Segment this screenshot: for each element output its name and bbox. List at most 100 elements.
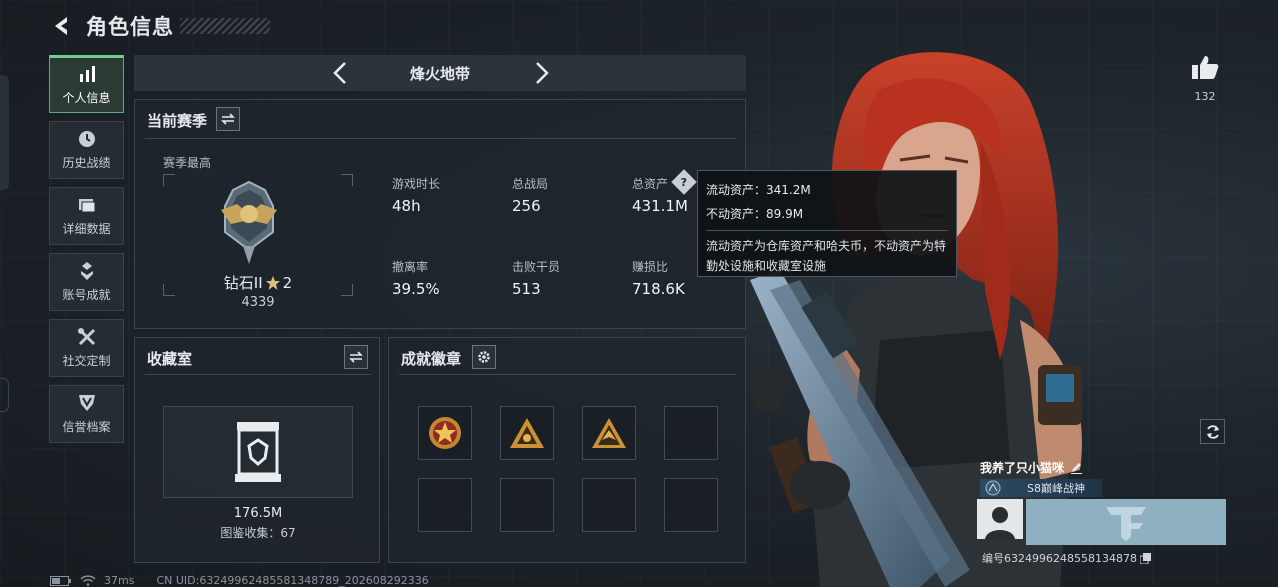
badges-title: 成就徽章 [401, 350, 462, 368]
sidebar-item-label: 账号成就 [62, 288, 111, 302]
avatar-image [977, 499, 1023, 539]
player-card: 我养了只小猫咪 S8巅峰战神 编号6324996248558134878 [977, 455, 1227, 567]
mode-title: 烽火地带 [409, 64, 470, 83]
sidebar-item-label: 历史战绩 [62, 156, 111, 170]
diamond-rank-icon [221, 180, 277, 264]
sidebar-item-social[interactable]: 社交定制 [49, 319, 124, 377]
like-button[interactable] [1188, 54, 1222, 84]
badge-slot-2[interactable] [500, 406, 554, 460]
badge-slot-8[interactable] [664, 478, 718, 532]
season-peak-label: 赛季最高 [163, 156, 212, 170]
title-emblem-icon [985, 480, 1001, 496]
red-star-badge-icon [429, 417, 461, 449]
tooltip-divider [706, 230, 948, 231]
season-panel: 当前赛季 赛季最高 钻石II 2 4339 游戏时长 48h 总战局 256 总… [134, 99, 746, 329]
question-icon: ? [680, 175, 688, 189]
swap-icon [349, 351, 363, 363]
tooltip-description: 流动资产为仓库资产和哈夫币，不动资产为特勤处设施和收藏室设施 [706, 239, 947, 273]
sidebar-item-personal-info[interactable]: 个人信息 [49, 55, 124, 113]
badges-divider [399, 374, 737, 375]
sidebar: 个人信息 历史战绩 详细数据 账号成就 社交定制 信誉档案 [49, 55, 124, 451]
player-id: 编号6324996248558134878 [982, 552, 1137, 565]
display-case-icon [235, 422, 281, 482]
wifi-icon [80, 575, 96, 586]
badge-slot-6[interactable] [500, 478, 554, 532]
history-icon [78, 131, 95, 147]
sidebar-item-label: 个人信息 [62, 91, 111, 105]
stat-label-playtime: 游戏时长 [392, 177, 441, 191]
avatar[interactable] [977, 499, 1023, 539]
edit-name-icon[interactable] [1070, 461, 1083, 474]
collection-switch-button[interactable] [344, 345, 368, 369]
page-header: 角色信息 [48, 10, 270, 42]
season-divider [145, 138, 737, 139]
bar-chart-icon [79, 66, 95, 82]
back-button[interactable] [48, 12, 76, 40]
stat-value-kills: 513 [512, 280, 541, 298]
mode-prev-button[interactable] [326, 59, 354, 87]
stat-value-extract-rate: 39.5% [392, 280, 440, 298]
tools-icon [77, 328, 95, 346]
refresh-button[interactable] [1200, 419, 1225, 444]
sidebar-item-history[interactable]: 历史战绩 [49, 121, 124, 179]
copy-icon[interactable] [1139, 552, 1151, 564]
sidebar-item-credit[interactable]: 信誉档案 [49, 385, 124, 443]
sidebar-item-label: 详细数据 [62, 222, 111, 236]
player-id-row: 编号6324996248558134878 [982, 550, 1151, 566]
star-icon [265, 275, 280, 290]
collection-count: 图鉴收集：67 [220, 526, 296, 540]
badge-slot-7[interactable] [582, 478, 636, 532]
badge-slot-5[interactable] [418, 478, 472, 532]
stat-value-playtime: 48h [392, 197, 421, 215]
collection-title: 收藏室 [147, 350, 193, 368]
badge-slot-1[interactable] [418, 406, 472, 460]
swap-icon [221, 113, 235, 125]
team-logo-icon [1106, 507, 1146, 541]
badge-slot-4[interactable] [664, 406, 718, 460]
eagle-triangle-badge-icon [592, 418, 626, 448]
stat-label-assets: 总资产 [632, 177, 669, 191]
badges-panel: 成就徽章 [388, 337, 746, 563]
rank-name: 钻石II [223, 274, 263, 292]
tooltip-fixed-assets: 不动资产：89.9M [706, 207, 804, 221]
rank-name-row: 钻石II 2 [163, 272, 353, 293]
assets-help-button[interactable]: ? [671, 169, 697, 195]
sidebar-item-achievements[interactable]: 账号成就 [49, 253, 124, 311]
sidebar-item-label: 信誉档案 [62, 420, 111, 434]
stat-label-kills: 击败干员 [512, 260, 561, 274]
tooltip-liquid-assets: 流动资产：341.2M [706, 183, 811, 197]
mode-next-button[interactable] [528, 59, 556, 87]
gear-icon [478, 351, 490, 363]
sidebar-item-label: 社交定制 [62, 354, 111, 368]
side-drawer-handle[interactable] [0, 75, 9, 190]
collection-room-preview[interactable] [163, 406, 353, 498]
season-switch-button[interactable] [216, 107, 240, 131]
player-name-row: 我养了只小猫咪 [980, 459, 1083, 476]
stat-label-profit-ratio: 赚损比 [632, 260, 669, 274]
uid-text: CN UID:6324996248558134878​9_20260829233… [156, 574, 429, 587]
player-name: 我养了只小猫咪 [980, 461, 1065, 475]
folder-icon [78, 199, 95, 213]
side-drawer-handle-lower[interactable] [0, 378, 9, 412]
mode-selector: 烽火地带 [134, 55, 746, 91]
stat-value-assets: 431.1M [632, 197, 688, 215]
achievement-icon [80, 262, 93, 280]
collection-panel: 收藏室 176.5M 图鉴收集：67 [134, 337, 380, 563]
triangle-badge-icon [510, 418, 544, 448]
chevron-left-icon [333, 62, 346, 84]
credit-icon [78, 395, 95, 411]
sidebar-item-details[interactable]: 详细数据 [49, 187, 124, 245]
badge-slot-3[interactable] [582, 406, 636, 460]
chevron-right-icon [536, 62, 549, 84]
stat-label-matches: 总战局 [512, 177, 549, 191]
page-title: 角色信息 [86, 15, 174, 39]
like-count: 132 [1194, 90, 1216, 103]
refresh-icon [1206, 424, 1219, 439]
stat-value-profit-ratio: 718.6K [632, 280, 685, 298]
assets-tooltip: 流动资产：341.2M 不动资产：89.9M 流动资产为仓库资产和哈夫币，不动资… [697, 170, 957, 277]
status-bar: 37ms CN UID:6324996248558134878​9_202608… [50, 574, 429, 587]
back-arrow-icon [55, 17, 67, 35]
header-decoration [180, 18, 270, 34]
rank-score: 4339 [241, 295, 275, 310]
badges-settings-button[interactable] [472, 345, 496, 369]
